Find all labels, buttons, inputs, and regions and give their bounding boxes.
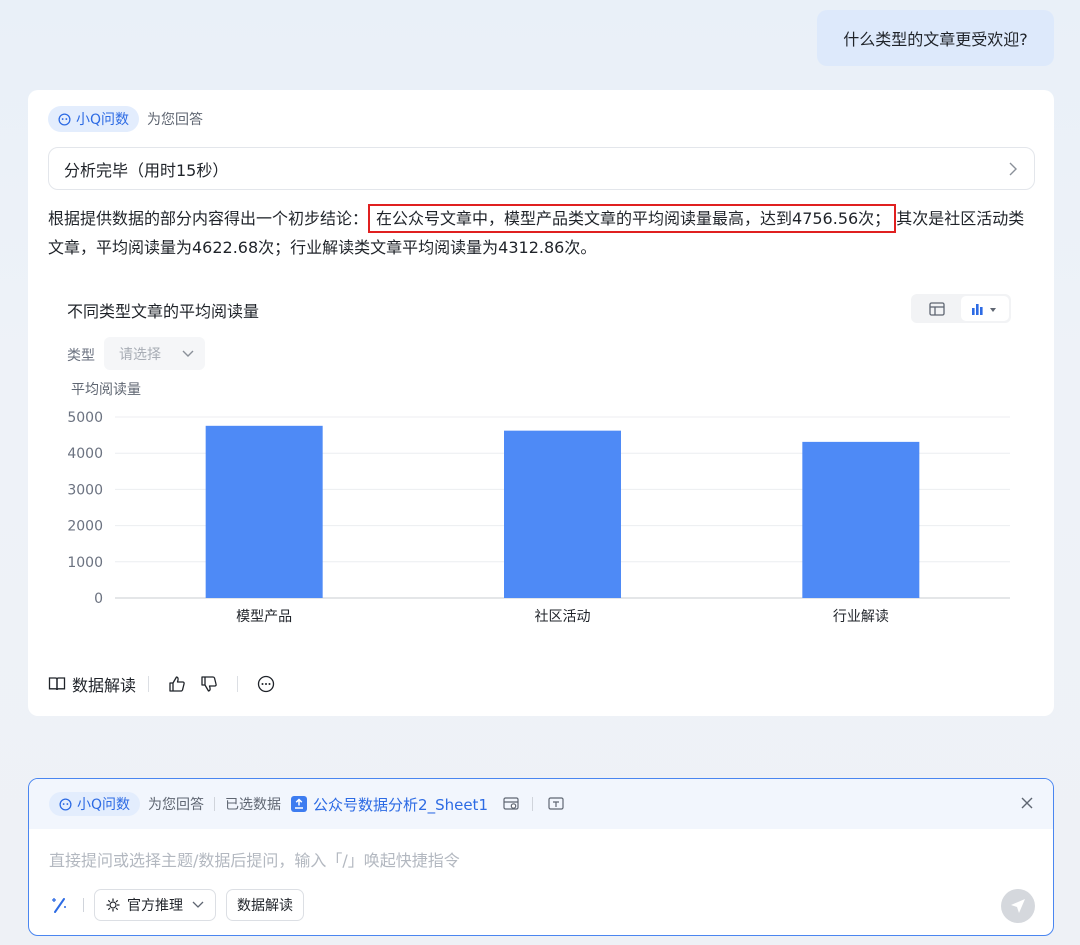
for-you-label: 为您回答 bbox=[148, 797, 205, 813]
divider bbox=[532, 797, 533, 811]
bar bbox=[802, 441, 920, 598]
thumbs-up-button[interactable] bbox=[166, 673, 188, 695]
question-input-box: 小Q问数 为您回答 已选数据 公众号数据分析2_Sheet1 直接提问或选择主题… bbox=[28, 778, 1054, 936]
assistant-name: 小Q问数 bbox=[77, 797, 131, 813]
data-interpret-chip-label: 数据解读 bbox=[237, 898, 293, 914]
bot-icon bbox=[59, 797, 72, 811]
x-tick-label: 行业解读 bbox=[833, 608, 889, 625]
x-tick-label: 社区活动 bbox=[535, 609, 591, 625]
y-axis-label: 平均阅读量 bbox=[71, 381, 141, 398]
y-tick-label: 2000 bbox=[67, 519, 103, 535]
y-tick-label: 0 bbox=[94, 591, 103, 607]
divider bbox=[237, 676, 239, 692]
thumbs-down-button[interactable] bbox=[198, 673, 220, 695]
bar bbox=[205, 425, 323, 598]
more-icon bbox=[257, 675, 275, 693]
x-tick-label: 模型产品 bbox=[236, 609, 292, 625]
answer-card: 小Q问数 为您回答 分析完毕（用时15秒） 根据提供数据的部分内容得出一个初步结… bbox=[28, 90, 1054, 716]
y-tick-label: 3000 bbox=[67, 482, 103, 498]
bar bbox=[504, 430, 621, 598]
reasoning-mode-label: 官方推理 bbox=[127, 898, 183, 914]
chevron-down-icon bbox=[192, 901, 204, 908]
selected-file-name[interactable]: 公众号数据分析2_Sheet1 bbox=[313, 794, 488, 815]
data-interpret-chip[interactable]: 数据解读 bbox=[226, 889, 304, 921]
data-interpret-label: 数据解读 bbox=[72, 676, 137, 695]
data-interpret-button[interactable]: 数据解读 bbox=[48, 672, 136, 696]
send-button[interactable] bbox=[1001, 889, 1035, 923]
y-tick-label: 1000 bbox=[67, 555, 103, 571]
answer-actions: 数据解读 bbox=[48, 672, 282, 696]
assistant-badge[interactable]: 小Q问数 bbox=[49, 792, 141, 816]
input-context-bar: 小Q问数 为您回答 已选数据 公众号数据分析2_Sheet1 bbox=[29, 779, 1053, 829]
divider bbox=[148, 676, 150, 692]
user-question-bubble: 什么类型的文章更受欢迎? bbox=[817, 10, 1054, 66]
selected-data-label: 已选数据 bbox=[225, 797, 282, 813]
magic-wand-icon[interactable] bbox=[49, 894, 71, 916]
data-preview-icon[interactable] bbox=[502, 795, 520, 813]
divider bbox=[83, 898, 84, 912]
bar-chart: 平均阅读量 0 1000 2000 3000 4000 5000 模型产品 社区活动 行业解读 bbox=[67, 381, 1010, 625]
data-settings-icon[interactable] bbox=[547, 795, 565, 813]
reasoning-mode-select[interactable]: 官方推理 bbox=[94, 889, 216, 921]
thumbs-up-icon bbox=[169, 676, 185, 692]
upload-file-icon bbox=[291, 796, 308, 812]
model-icon bbox=[106, 898, 120, 912]
y-tick-label: 5000 bbox=[67, 410, 103, 426]
y-tick-label: 4000 bbox=[67, 446, 103, 462]
user-question-text: 什么类型的文章更受欢迎? bbox=[843, 30, 1028, 49]
send-icon bbox=[1011, 899, 1025, 913]
divider bbox=[214, 797, 216, 811]
question-input[interactable]: 直接提问或选择主题/数据后提问，输入「/」唤起快捷指令 bbox=[49, 847, 460, 871]
input-toolbar: 官方推理 数据解读 bbox=[49, 889, 304, 921]
more-button[interactable] bbox=[255, 673, 277, 695]
thumbs-down-icon bbox=[201, 676, 217, 692]
close-icon[interactable] bbox=[1019, 795, 1035, 811]
book-icon bbox=[48, 677, 66, 691]
